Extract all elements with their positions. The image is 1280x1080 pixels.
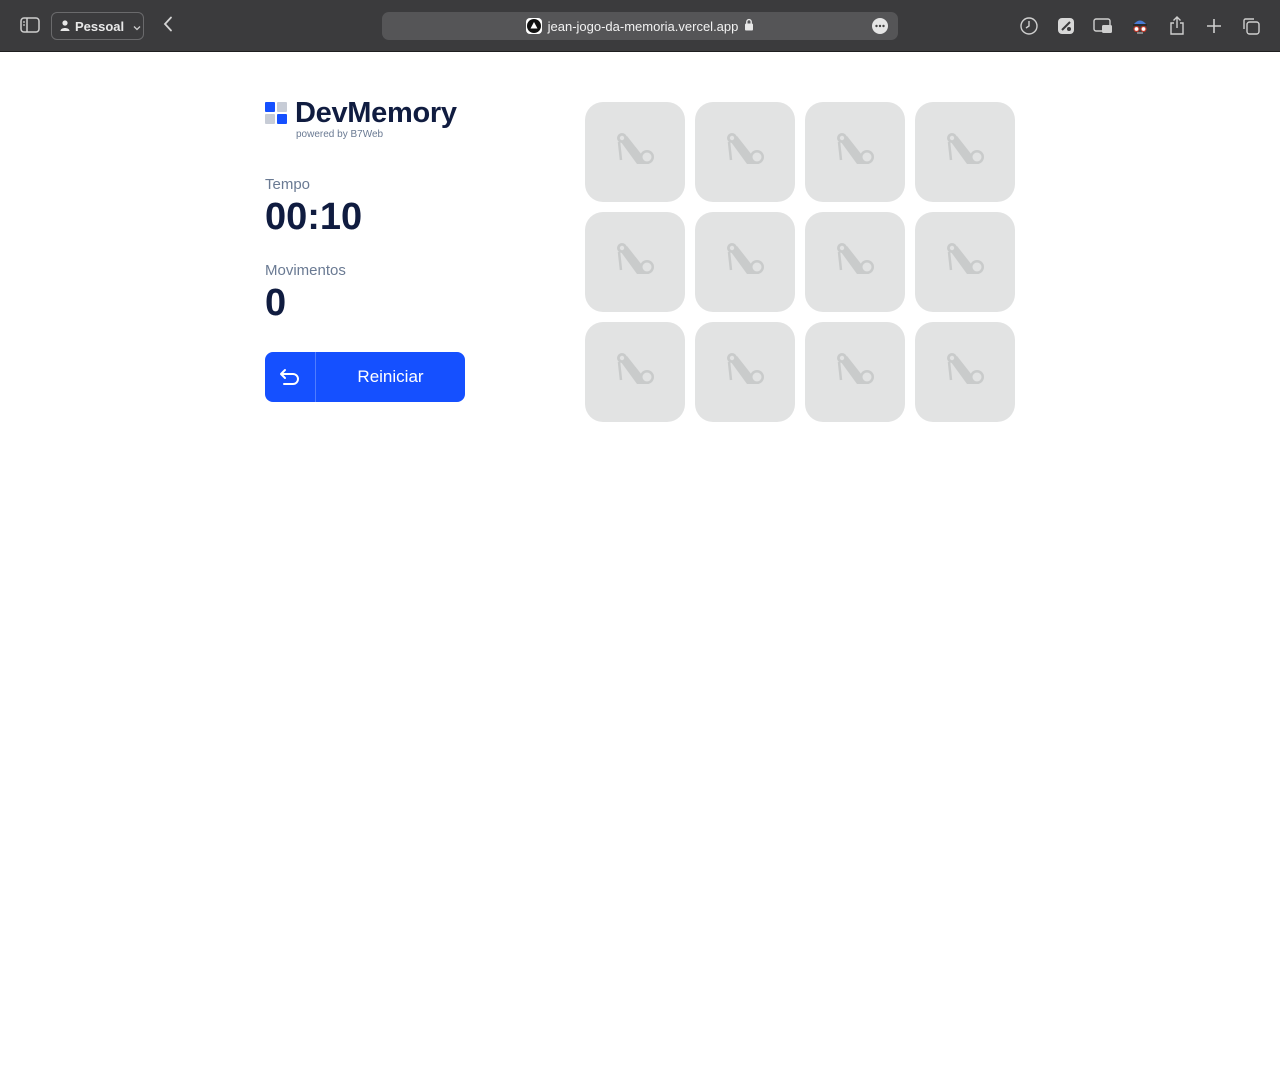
memory-card[interactable] <box>695 102 795 202</box>
memory-card[interactable] <box>805 322 905 422</box>
memory-card[interactable] <box>695 212 795 312</box>
memory-card[interactable] <box>585 322 685 422</box>
address-bar[interactable]: jean-jogo-da-memoria.vercel.app <box>382 12 898 40</box>
logo-subtitle: powered by B7Web <box>296 129 384 140</box>
game-info-panel: DevMemory powered by B7Web Tempo 00:10 M… <box>265 97 465 402</box>
memory-card[interactable] <box>805 212 905 312</box>
plus-icon[interactable] <box>1203 15 1225 37</box>
sidebar-icon[interactable] <box>20 15 40 35</box>
chevron-down-icon <box>133 19 141 34</box>
spy-extension-icon[interactable] <box>1129 15 1151 37</box>
card-back-icon <box>613 130 657 175</box>
ellipsis-icon[interactable] <box>872 18 888 34</box>
profile-button[interactable]: Pessoal <box>51 12 144 40</box>
back-button[interactable] <box>158 15 178 37</box>
moves-stat: Movimentos 0 <box>265 262 465 324</box>
clock-icon[interactable] <box>1018 15 1040 37</box>
card-back-icon <box>943 240 987 285</box>
restart-button[interactable]: Reiniciar <box>265 352 465 402</box>
memory-card[interactable] <box>915 322 1015 422</box>
logo-title: DevMemory <box>295 97 457 129</box>
share-icon[interactable] <box>1166 15 1188 37</box>
extension-icon[interactable] <box>1055 15 1077 37</box>
lock-icon <box>744 18 754 34</box>
memory-card[interactable] <box>805 102 905 202</box>
url-text: jean-jogo-da-memoria.vercel.app <box>547 18 739 34</box>
memory-card[interactable] <box>915 212 1015 312</box>
time-value: 00:10 <box>265 196 363 238</box>
moves-label: Movimentos <box>265 262 346 279</box>
moves-value: 0 <box>265 282 287 324</box>
card-grid <box>585 102 1015 422</box>
card-back-icon <box>613 350 657 395</box>
memory-card[interactable] <box>585 102 685 202</box>
picture-in-picture-icon[interactable] <box>1092 15 1114 37</box>
card-back-icon <box>943 130 987 175</box>
devmemory-logo-icon <box>265 102 287 124</box>
memory-card[interactable] <box>585 212 685 312</box>
vercel-triangle-icon <box>525 18 542 34</box>
time-stat: Tempo 00:10 <box>265 176 465 238</box>
card-back-icon <box>723 130 767 175</box>
browser-toolbar: Pessoal jean-jogo-da-memoria.vercel.app <box>0 0 1280 52</box>
card-back-icon <box>833 350 877 395</box>
card-back-icon <box>833 130 877 175</box>
card-back-icon <box>943 350 987 395</box>
restart-arrow-icon <box>265 352 316 402</box>
card-back-icon <box>723 240 767 285</box>
memory-card[interactable] <box>915 102 1015 202</box>
person-icon <box>60 19 70 34</box>
restart-label: Reiniciar <box>357 367 424 386</box>
memory-card[interactable] <box>695 322 795 422</box>
card-back-icon <box>723 350 767 395</box>
time-label: Tempo <box>265 176 311 193</box>
logo[interactable]: DevMemory powered by B7Web <box>265 97 465 142</box>
card-back-icon <box>833 240 877 285</box>
card-back-icon <box>613 240 657 285</box>
profile-label: Pessoal <box>75 18 125 34</box>
chevron-left-icon <box>163 16 173 37</box>
tabs-overview-icon[interactable] <box>1240 15 1262 37</box>
